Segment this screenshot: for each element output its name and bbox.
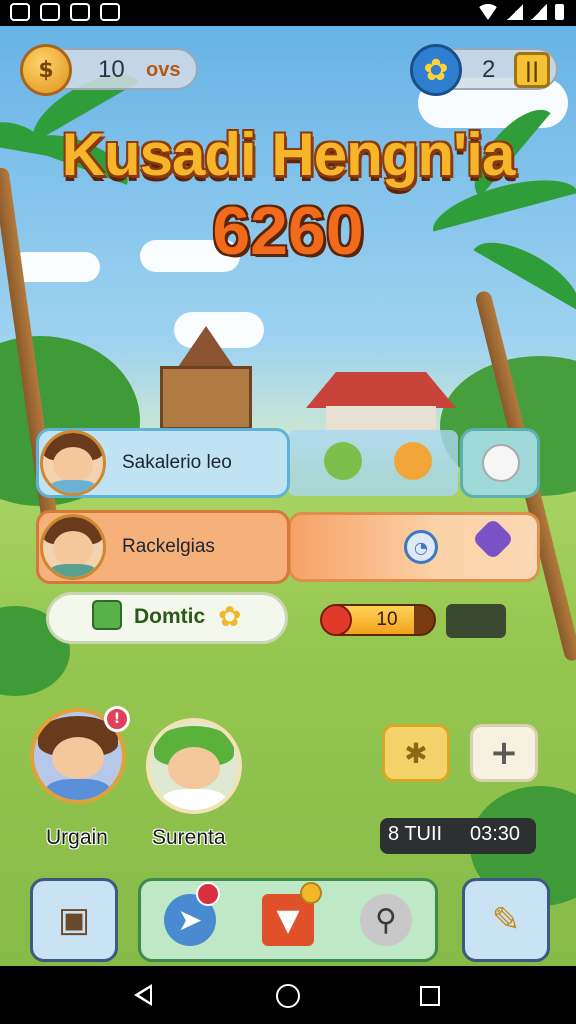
star-button[interactable]: ✱ bbox=[382, 724, 450, 782]
player-portrait-surenta[interactable] bbox=[146, 718, 242, 814]
progress-bar-tail bbox=[446, 604, 506, 638]
cat-icon bbox=[482, 444, 520, 482]
coin-count: 10 bbox=[98, 56, 125, 83]
status-bar bbox=[0, 0, 576, 26]
battery-icon bbox=[555, 4, 564, 20]
player-row-extension bbox=[288, 430, 458, 496]
home-icon[interactable] bbox=[276, 984, 300, 1008]
coin-dot-icon bbox=[300, 882, 322, 904]
notification-badge: ! bbox=[104, 706, 130, 732]
star-icon: ✱ bbox=[404, 736, 428, 770]
action-bar: ➤ ▼ ⚲ bbox=[138, 878, 438, 962]
flower-gem-icon[interactable]: ✿ bbox=[410, 44, 462, 96]
camera-icon: ▣ bbox=[57, 900, 91, 940]
bonus-row-label: Domtic bbox=[134, 605, 206, 628]
coin-icon[interactable]: $ bbox=[20, 44, 72, 96]
flower-icon: ✿ bbox=[218, 600, 242, 633]
pause-button[interactable]: || bbox=[514, 52, 550, 88]
recents-icon[interactable] bbox=[420, 986, 440, 1006]
score-display: 6260 bbox=[212, 193, 364, 269]
green-character-icon[interactable] bbox=[324, 442, 362, 480]
camera-button[interactable]: ▣ bbox=[30, 878, 118, 962]
camera-status-icon bbox=[100, 3, 120, 21]
status-icons-right bbox=[477, 4, 564, 20]
back-icon-inner bbox=[139, 988, 150, 1002]
clock-icon[interactable]: ◔ bbox=[404, 530, 438, 564]
player-avatar bbox=[40, 430, 106, 496]
app-icon bbox=[40, 3, 60, 21]
timer-label: 8 TUII bbox=[388, 823, 443, 845]
temple bbox=[146, 326, 266, 430]
coin-unit: ovs bbox=[146, 59, 181, 81]
gift-icon bbox=[92, 600, 122, 630]
friend-avatar bbox=[40, 514, 106, 580]
game-title: Kusadi Hengn'ia bbox=[61, 121, 516, 188]
magnifier-icon[interactable]: ⚲ bbox=[360, 894, 412, 946]
gem-count: 2 bbox=[482, 56, 496, 83]
status-icons-left bbox=[10, 3, 120, 21]
action-badge bbox=[196, 882, 220, 906]
orange-character-icon[interactable] bbox=[394, 442, 432, 480]
wifi-icon bbox=[477, 4, 499, 20]
progress-value: 10 bbox=[376, 609, 398, 630]
add-button[interactable]: + bbox=[470, 724, 538, 782]
red-roof-house bbox=[306, 372, 456, 434]
friend-row-label: Rackelgias bbox=[122, 536, 215, 557]
signal-icon-2 bbox=[531, 4, 547, 20]
signal-icon bbox=[507, 4, 523, 20]
timer-value: 03:30 bbox=[470, 823, 521, 845]
notification-icon bbox=[10, 3, 30, 21]
player-name-surenta: Surenta bbox=[152, 826, 226, 849]
pencil-button[interactable]: ✎ bbox=[462, 878, 550, 962]
pencil-icon: ✎ bbox=[491, 900, 521, 940]
cloud-icon bbox=[70, 3, 90, 21]
plus-icon: + bbox=[489, 733, 519, 773]
player-name-urgain: Urgain bbox=[46, 826, 108, 849]
player-row-label: Sakalerio leo bbox=[122, 452, 232, 473]
